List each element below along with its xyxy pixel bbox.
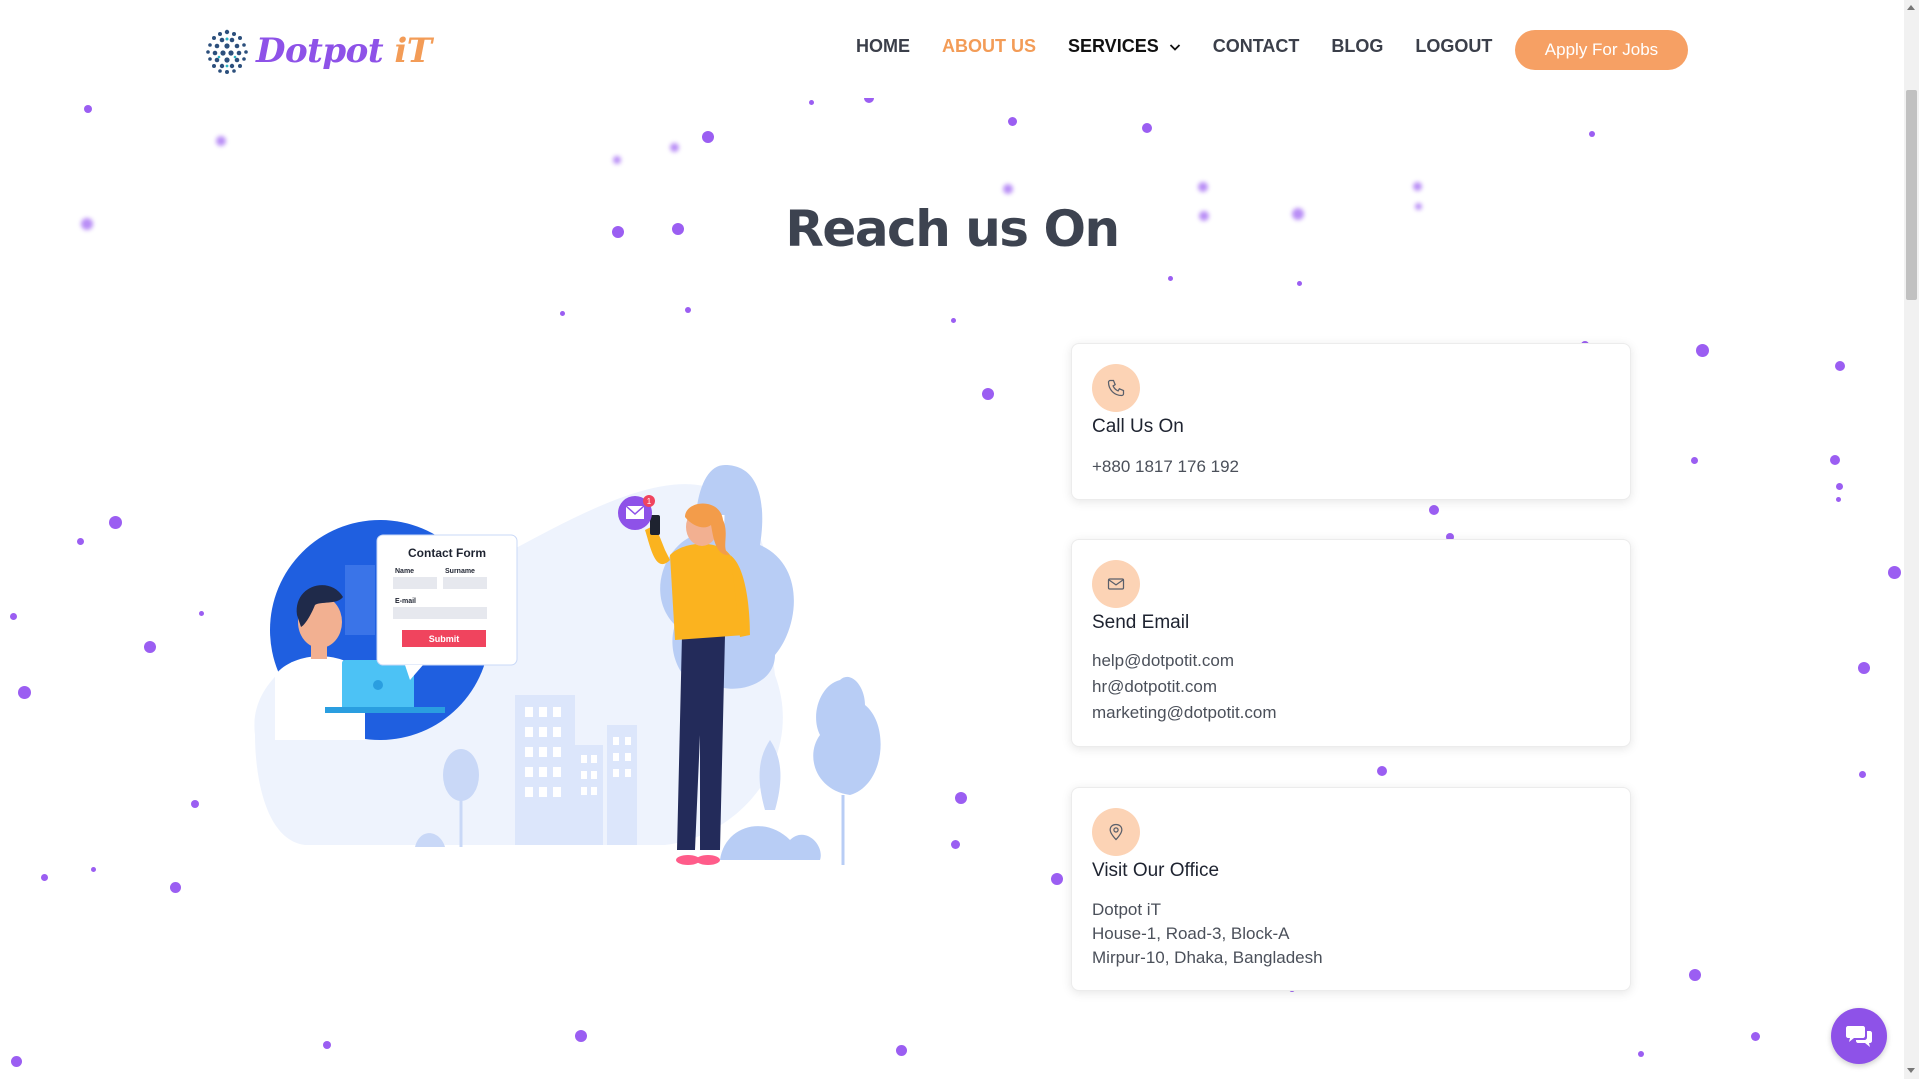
particle-dot bbox=[669, 142, 679, 152]
particle-dot bbox=[1007, 116, 1017, 126]
particle-dot bbox=[1167, 275, 1173, 281]
form-field-name: Name bbox=[395, 568, 414, 575]
scrollbar-thumb[interactable] bbox=[1906, 90, 1917, 300]
particle-dot bbox=[559, 310, 565, 316]
particle-dot bbox=[84, 105, 92, 113]
particle-dot bbox=[1830, 455, 1840, 465]
particle-dot bbox=[1750, 1031, 1760, 1041]
particle-dot bbox=[1690, 456, 1698, 464]
nav-about-us[interactable]: ABOUT US bbox=[942, 36, 1036, 57]
particle-dot bbox=[191, 800, 199, 808]
logo[interactable]: Dotpot iT bbox=[202, 26, 432, 76]
particle-dot bbox=[169, 881, 181, 893]
scroll-up-arrow[interactable] bbox=[1907, 5, 1915, 10]
address-line: House-1, Road-3, Block-A bbox=[1092, 924, 1290, 943]
particle-dot bbox=[613, 156, 621, 164]
particle-dot bbox=[955, 792, 967, 804]
phone-number[interactable]: +880 1817 176 192 bbox=[1092, 454, 1239, 480]
particle-dot bbox=[90, 866, 96, 872]
logo-text: Dotpot iT bbox=[256, 31, 432, 71]
particle-dot bbox=[1689, 969, 1701, 981]
particle-dot bbox=[685, 307, 691, 313]
page-title: Reach us On bbox=[785, 199, 1120, 258]
particle-dot bbox=[216, 136, 226, 146]
scroll-down-arrow[interactable] bbox=[1907, 1068, 1915, 1073]
particle-dot bbox=[1835, 496, 1841, 502]
card-lines: Dotpot iT House-1, Road-3, Block-A Mirpu… bbox=[1092, 898, 1323, 970]
contact-card-phone: Call Us On +880 1817 176 192 bbox=[1071, 343, 1631, 500]
contact-card-office: Visit Our Office Dotpot iT House-1, Road… bbox=[1071, 787, 1631, 991]
particle-dot bbox=[982, 388, 994, 400]
particle-dot bbox=[1835, 482, 1843, 490]
particle-dot bbox=[950, 317, 956, 323]
email-address[interactable]: marketing@dotpotit.com bbox=[1092, 700, 1277, 726]
email-address[interactable]: help@dotpotit.com bbox=[1092, 648, 1277, 674]
nav-services-label: SERVICES bbox=[1068, 36, 1159, 56]
mail-icon bbox=[1092, 560, 1140, 608]
nav-services[interactable]: SERVICES bbox=[1068, 36, 1181, 57]
particle-dot bbox=[1638, 1051, 1644, 1057]
particle-dot bbox=[1412, 181, 1422, 191]
particle-dot bbox=[108, 515, 122, 529]
particle-dot bbox=[1051, 873, 1063, 885]
particle-dot bbox=[1198, 182, 1208, 192]
card-title: Call Us On bbox=[1092, 416, 1184, 437]
particle-dot bbox=[1296, 280, 1302, 286]
particle-dot bbox=[76, 537, 84, 545]
location-pin-icon bbox=[1092, 808, 1140, 856]
logo-globe-icon bbox=[206, 29, 248, 74]
particle-dot bbox=[144, 641, 156, 653]
particle-dot bbox=[702, 131, 714, 143]
particle-dot bbox=[1589, 131, 1595, 137]
chat-button[interactable] bbox=[1831, 1008, 1887, 1064]
particle-dot bbox=[1887, 565, 1901, 579]
card-lines: help@dotpotit.com hr@dotpotit.com market… bbox=[1092, 648, 1277, 726]
particle-dot bbox=[10, 1055, 22, 1067]
nav-home[interactable]: HOME bbox=[856, 36, 910, 57]
particle-dot bbox=[1858, 662, 1870, 674]
particle-dot bbox=[1142, 123, 1152, 133]
notification-count: 1 bbox=[647, 497, 652, 506]
particle-dot bbox=[1835, 361, 1845, 371]
nav-logout[interactable]: LOGOUT bbox=[1415, 36, 1492, 57]
form-field-surname: Surname bbox=[445, 568, 475, 575]
phone-icon bbox=[1092, 364, 1140, 412]
particle-dot bbox=[1858, 770, 1866, 778]
nav-contact[interactable]: CONTACT bbox=[1213, 36, 1300, 57]
particle-dot bbox=[1377, 766, 1387, 776]
particle-dot bbox=[40, 873, 48, 881]
particle-dot bbox=[323, 1041, 331, 1049]
card-title: Visit Our Office bbox=[1092, 860, 1220, 881]
nav-blog[interactable]: BLOG bbox=[1331, 36, 1383, 57]
particle-dot bbox=[575, 1030, 587, 1042]
chevron-down-icon bbox=[1169, 43, 1180, 51]
email-address[interactable]: hr@dotpotit.com bbox=[1092, 674, 1277, 700]
contact-card-email: Send Email help@dotpotit.com hr@dotpotit… bbox=[1071, 539, 1631, 747]
apply-for-jobs-button[interactable]: Apply For Jobs bbox=[1515, 30, 1688, 70]
particle-dot bbox=[1003, 184, 1013, 194]
particle-dot bbox=[198, 610, 204, 616]
card-lines: +880 1817 176 192 bbox=[1092, 454, 1239, 480]
form-field-email: E-mail bbox=[395, 598, 416, 605]
contact-illustration: Contact Form Name Surname E-mail Submit … bbox=[254, 465, 881, 865]
particle-dot bbox=[895, 1044, 907, 1056]
particle-dot bbox=[808, 99, 814, 105]
address-line: Mirpur-10, Dhaka, Bangladesh bbox=[1092, 948, 1323, 967]
main-nav: HOME ABOUT US SERVICES CONTACT BLOG LOGO… bbox=[856, 36, 1524, 57]
address-line: Dotpot iT bbox=[1092, 900, 1161, 919]
particle-dot bbox=[950, 839, 960, 849]
chat-bubbles-icon bbox=[1846, 1026, 1872, 1047]
particle-dot bbox=[1695, 343, 1709, 357]
form-title: Contact Form bbox=[408, 546, 486, 560]
form-submit: Submit bbox=[429, 634, 460, 644]
particle-dot bbox=[9, 612, 17, 620]
particle-dot bbox=[17, 685, 31, 699]
site-header: Dotpot iT HOME ABOUT US SERVICES CONTACT… bbox=[0, 0, 1904, 98]
particle-dot bbox=[1429, 505, 1439, 515]
card-title: Send Email bbox=[1092, 612, 1190, 633]
